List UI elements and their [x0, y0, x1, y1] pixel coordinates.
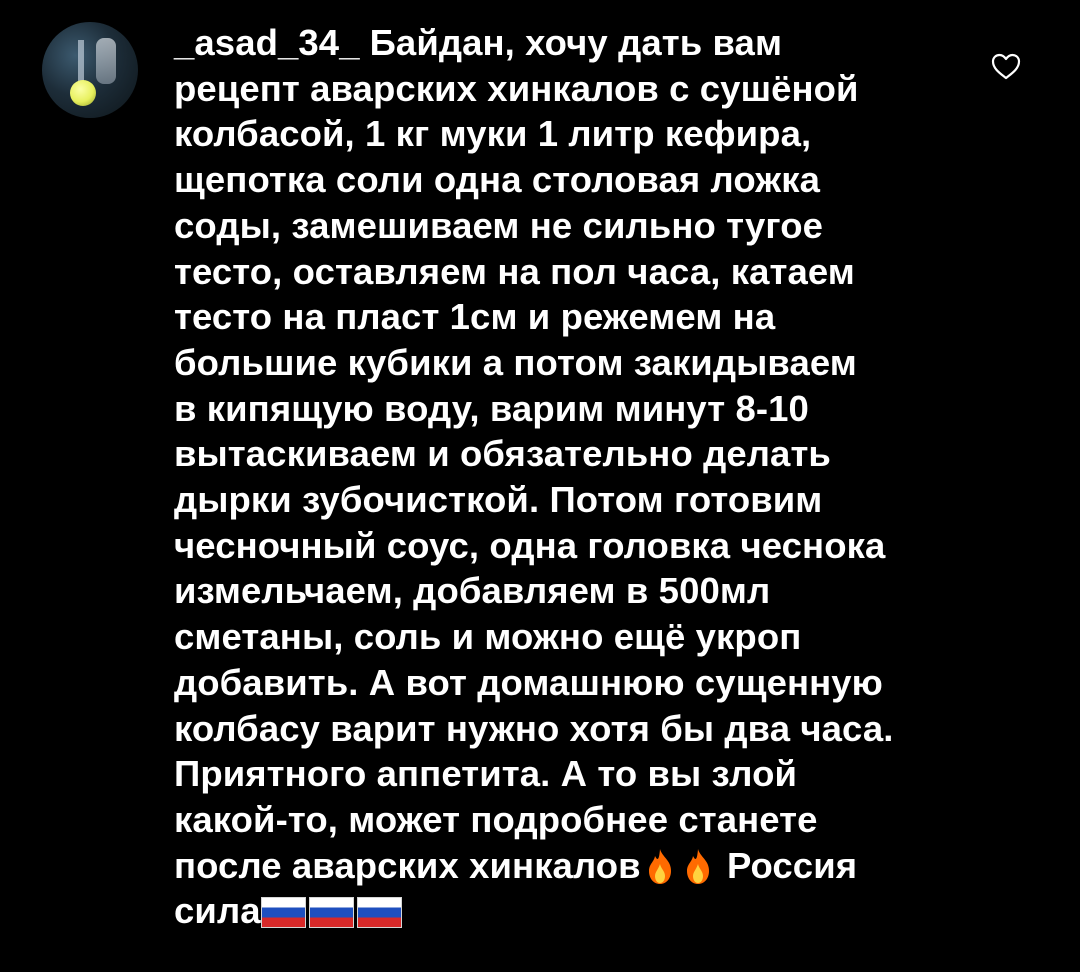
heart-outline-icon[interactable]: [990, 52, 1022, 80]
comment-text-line-3: колбасой, 1 кг муки 1 литр кефира,: [174, 113, 812, 155]
fire-emoji: [682, 848, 714, 885]
comment-text-sila: сила: [174, 890, 261, 932]
comment-text-line-7: тесто на пласт 1см и режемем на: [174, 296, 776, 338]
username[interactable]: _asad_34_: [174, 22, 360, 63]
fire-emoji: [644, 848, 676, 885]
comment-text-line-6: тесто, оставляем на пол часа, катаем: [174, 250, 855, 292]
comment-line-19: после аварских хинкалов Россия: [174, 843, 924, 889]
comment-text-line-5: соды, замешиваем не сильно тугое: [174, 204, 824, 246]
avatar-figure-shape: [96, 38, 116, 84]
comment-text-line-10: вытаскиваем и обязательно делать: [174, 433, 831, 475]
comment-text: _asad_34_ Байдан, хочу дать вам рецепт ав…: [174, 20, 924, 934]
avatar-post-shape: [78, 40, 84, 84]
comment-text-line-8: большие кубики а потом закидываем: [174, 341, 857, 383]
russia-flag-emoji: [260, 897, 306, 929]
comment-text-line-16: колбасу варит нужно хотя бы два часа.: [174, 707, 894, 749]
comment-text-line-2: рецепт аварских хинкалов с сушёной: [174, 67, 859, 109]
comment-text-line-13: измельчаем, добавляем в 500мл: [174, 570, 771, 612]
russia-flag-emoji: [356, 897, 402, 929]
comment-text-line-15: добавить. А вот домашнюю сущенную: [174, 661, 883, 703]
comment-text-line-11: дырки зубочисткой. Потом готовим: [174, 479, 823, 521]
comment-line-20: сила: [174, 888, 924, 934]
comment-text-line-17: Приятного аппетита. А то вы злой: [174, 753, 798, 795]
comment-text-line-18: какой-то, может подробнее станете: [174, 798, 818, 840]
comment-text-line-1: Байдан, хочу дать вам: [369, 22, 783, 63]
comment-text-russia: Россия: [726, 844, 858, 886]
russia-flag-emoji: [308, 897, 354, 929]
comment-text-line-9: в кипящую воду, варим минут 8-10: [174, 387, 809, 429]
comment-text-line-4: щепотка соли одна столовая ложка: [174, 159, 820, 201]
comment-text-line-12: чесночный соус, одна головка чеснока: [174, 524, 886, 566]
avatar[interactable]: [42, 22, 138, 118]
comment-text-line-14: сметаны, соль и можно ещё укроп: [174, 616, 802, 658]
comment-line-1: _asad_34_ Байдан, хочу дать вам: [174, 20, 924, 66]
comment-text-line-19: после аварских хинкалов: [174, 844, 641, 886]
comment: _asad_34_ Байдан, хочу дать вам рецепт ав…: [0, 0, 1080, 972]
avatar-ball-shape: [70, 80, 96, 106]
